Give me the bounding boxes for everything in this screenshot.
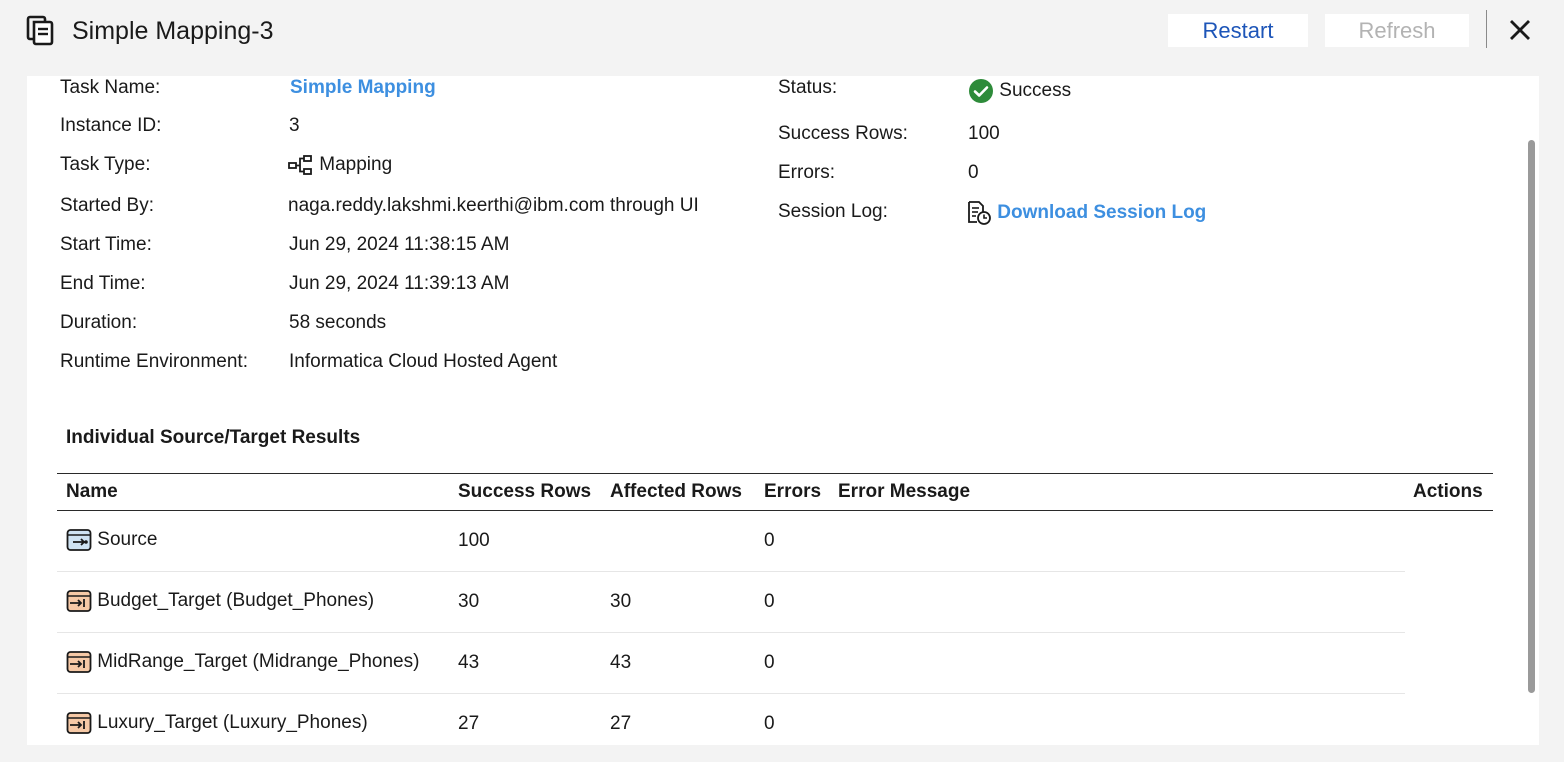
duration-value: 58 seconds bbox=[289, 312, 387, 333]
row-name-budget-target: Budget_Target (Budget_Phones) bbox=[97, 590, 375, 612]
scrollbar-thumb[interactable] bbox=[1528, 140, 1535, 693]
status-value: Success bbox=[968, 78, 1071, 104]
column-header-errors: Errors bbox=[764, 481, 822, 502]
success-rows-value: 100 bbox=[968, 123, 1000, 144]
instance-id-value: 3 bbox=[289, 115, 300, 136]
end-time-label: End Time: bbox=[60, 273, 146, 294]
table-row-name-cell: MidRange_Target (Midrange_Phones) bbox=[66, 650, 419, 674]
row-name-midrange-target: MidRange_Target (Midrange_Phones) bbox=[97, 651, 420, 673]
task-type-value: Mapping bbox=[288, 153, 392, 177]
success-rows-cell: 100 bbox=[458, 530, 490, 551]
table-row-name-cell: Luxury_Target (Luxury_Phones) bbox=[66, 711, 368, 735]
source-icon bbox=[66, 529, 92, 551]
mapping-icon bbox=[288, 155, 312, 175]
column-header-name: Name bbox=[66, 481, 118, 502]
dialog-header: Simple Mapping-3 Restart Refresh bbox=[0, 0, 1564, 62]
runtime-environment-label: Runtime Environment: bbox=[60, 351, 248, 372]
task-type-label: Task Type: bbox=[60, 154, 151, 175]
table-row-name-cell: Source bbox=[66, 528, 157, 552]
instance-id-label: Instance ID: bbox=[60, 115, 162, 136]
task-details-panel: Task Name: Simple Mapping Instance ID: 3… bbox=[27, 76, 1539, 745]
table-row-name-cell: Budget_Target (Budget_Phones) bbox=[66, 589, 374, 613]
errors-cell: 0 bbox=[764, 652, 775, 673]
errors-cell: 0 bbox=[764, 713, 775, 734]
download-session-log-link[interactable]: Download Session Log bbox=[997, 202, 1206, 223]
success-rows-cell: 27 bbox=[458, 713, 480, 734]
status-text: Success bbox=[999, 80, 1072, 102]
duration-label: Duration: bbox=[60, 312, 138, 333]
task-name-link[interactable]: Simple Mapping bbox=[290, 76, 436, 100]
row-divider bbox=[57, 571, 1405, 572]
column-header-affected-rows: Affected Rows bbox=[610, 481, 742, 502]
row-name-source: Source bbox=[97, 529, 158, 551]
errors-cell: 0 bbox=[764, 591, 775, 612]
success-check-icon bbox=[969, 79, 993, 103]
started-by-value: naga.reddy.lakshmi.keerthi@ibm.com throu… bbox=[288, 195, 699, 216]
session-log-value: Download Session Log bbox=[966, 200, 1206, 226]
affected-rows-cell: 30 bbox=[610, 591, 632, 612]
close-icon[interactable] bbox=[1506, 16, 1534, 44]
dialog-title: Simple Mapping-3 bbox=[72, 17, 274, 45]
errors-label: Errors: bbox=[778, 162, 835, 183]
column-header-success-rows: Success Rows bbox=[458, 481, 592, 502]
refresh-button[interactable]: Refresh bbox=[1325, 14, 1469, 47]
copy-document-icon bbox=[26, 15, 54, 46]
table-header-border bbox=[57, 510, 1493, 511]
end-time-value: Jun 29, 2024 11:39:13 AM bbox=[289, 273, 510, 294]
success-rows-label: Success Rows: bbox=[778, 123, 908, 144]
row-divider bbox=[57, 693, 1405, 694]
errors-cell: 0 bbox=[764, 530, 775, 551]
row-name-luxury-target: Luxury_Target (Luxury_Phones) bbox=[97, 712, 368, 734]
target-icon bbox=[66, 712, 92, 734]
started-by-label: Started By: bbox=[60, 195, 154, 216]
task-type-text: Mapping bbox=[319, 154, 393, 175]
target-icon bbox=[66, 651, 92, 673]
results-section-title: Individual Source/Target Results bbox=[66, 427, 361, 448]
row-divider bbox=[57, 632, 1405, 633]
target-icon bbox=[66, 590, 92, 612]
success-rows-cell: 30 bbox=[458, 591, 480, 612]
errors-value: 0 bbox=[968, 162, 979, 183]
session-log-label: Session Log: bbox=[778, 201, 888, 222]
affected-rows-cell: 27 bbox=[610, 713, 632, 734]
start-time-label: Start Time: bbox=[60, 234, 152, 255]
task-name-label: Task Name: bbox=[60, 77, 161, 98]
affected-rows-cell: 43 bbox=[610, 652, 632, 673]
table-top-border bbox=[57, 473, 1493, 474]
column-header-error-message: Error Message bbox=[838, 481, 971, 502]
header-divider bbox=[1486, 10, 1487, 48]
log-file-icon bbox=[968, 201, 991, 225]
runtime-environment-value: Informatica Cloud Hosted Agent bbox=[289, 351, 558, 372]
status-label: Status: bbox=[778, 77, 838, 98]
start-time-value: Jun 29, 2024 11:38:15 AM bbox=[289, 234, 510, 255]
success-rows-cell: 43 bbox=[458, 652, 480, 673]
column-header-actions: Actions bbox=[1413, 481, 1483, 502]
restart-button[interactable]: Restart bbox=[1168, 14, 1308, 47]
